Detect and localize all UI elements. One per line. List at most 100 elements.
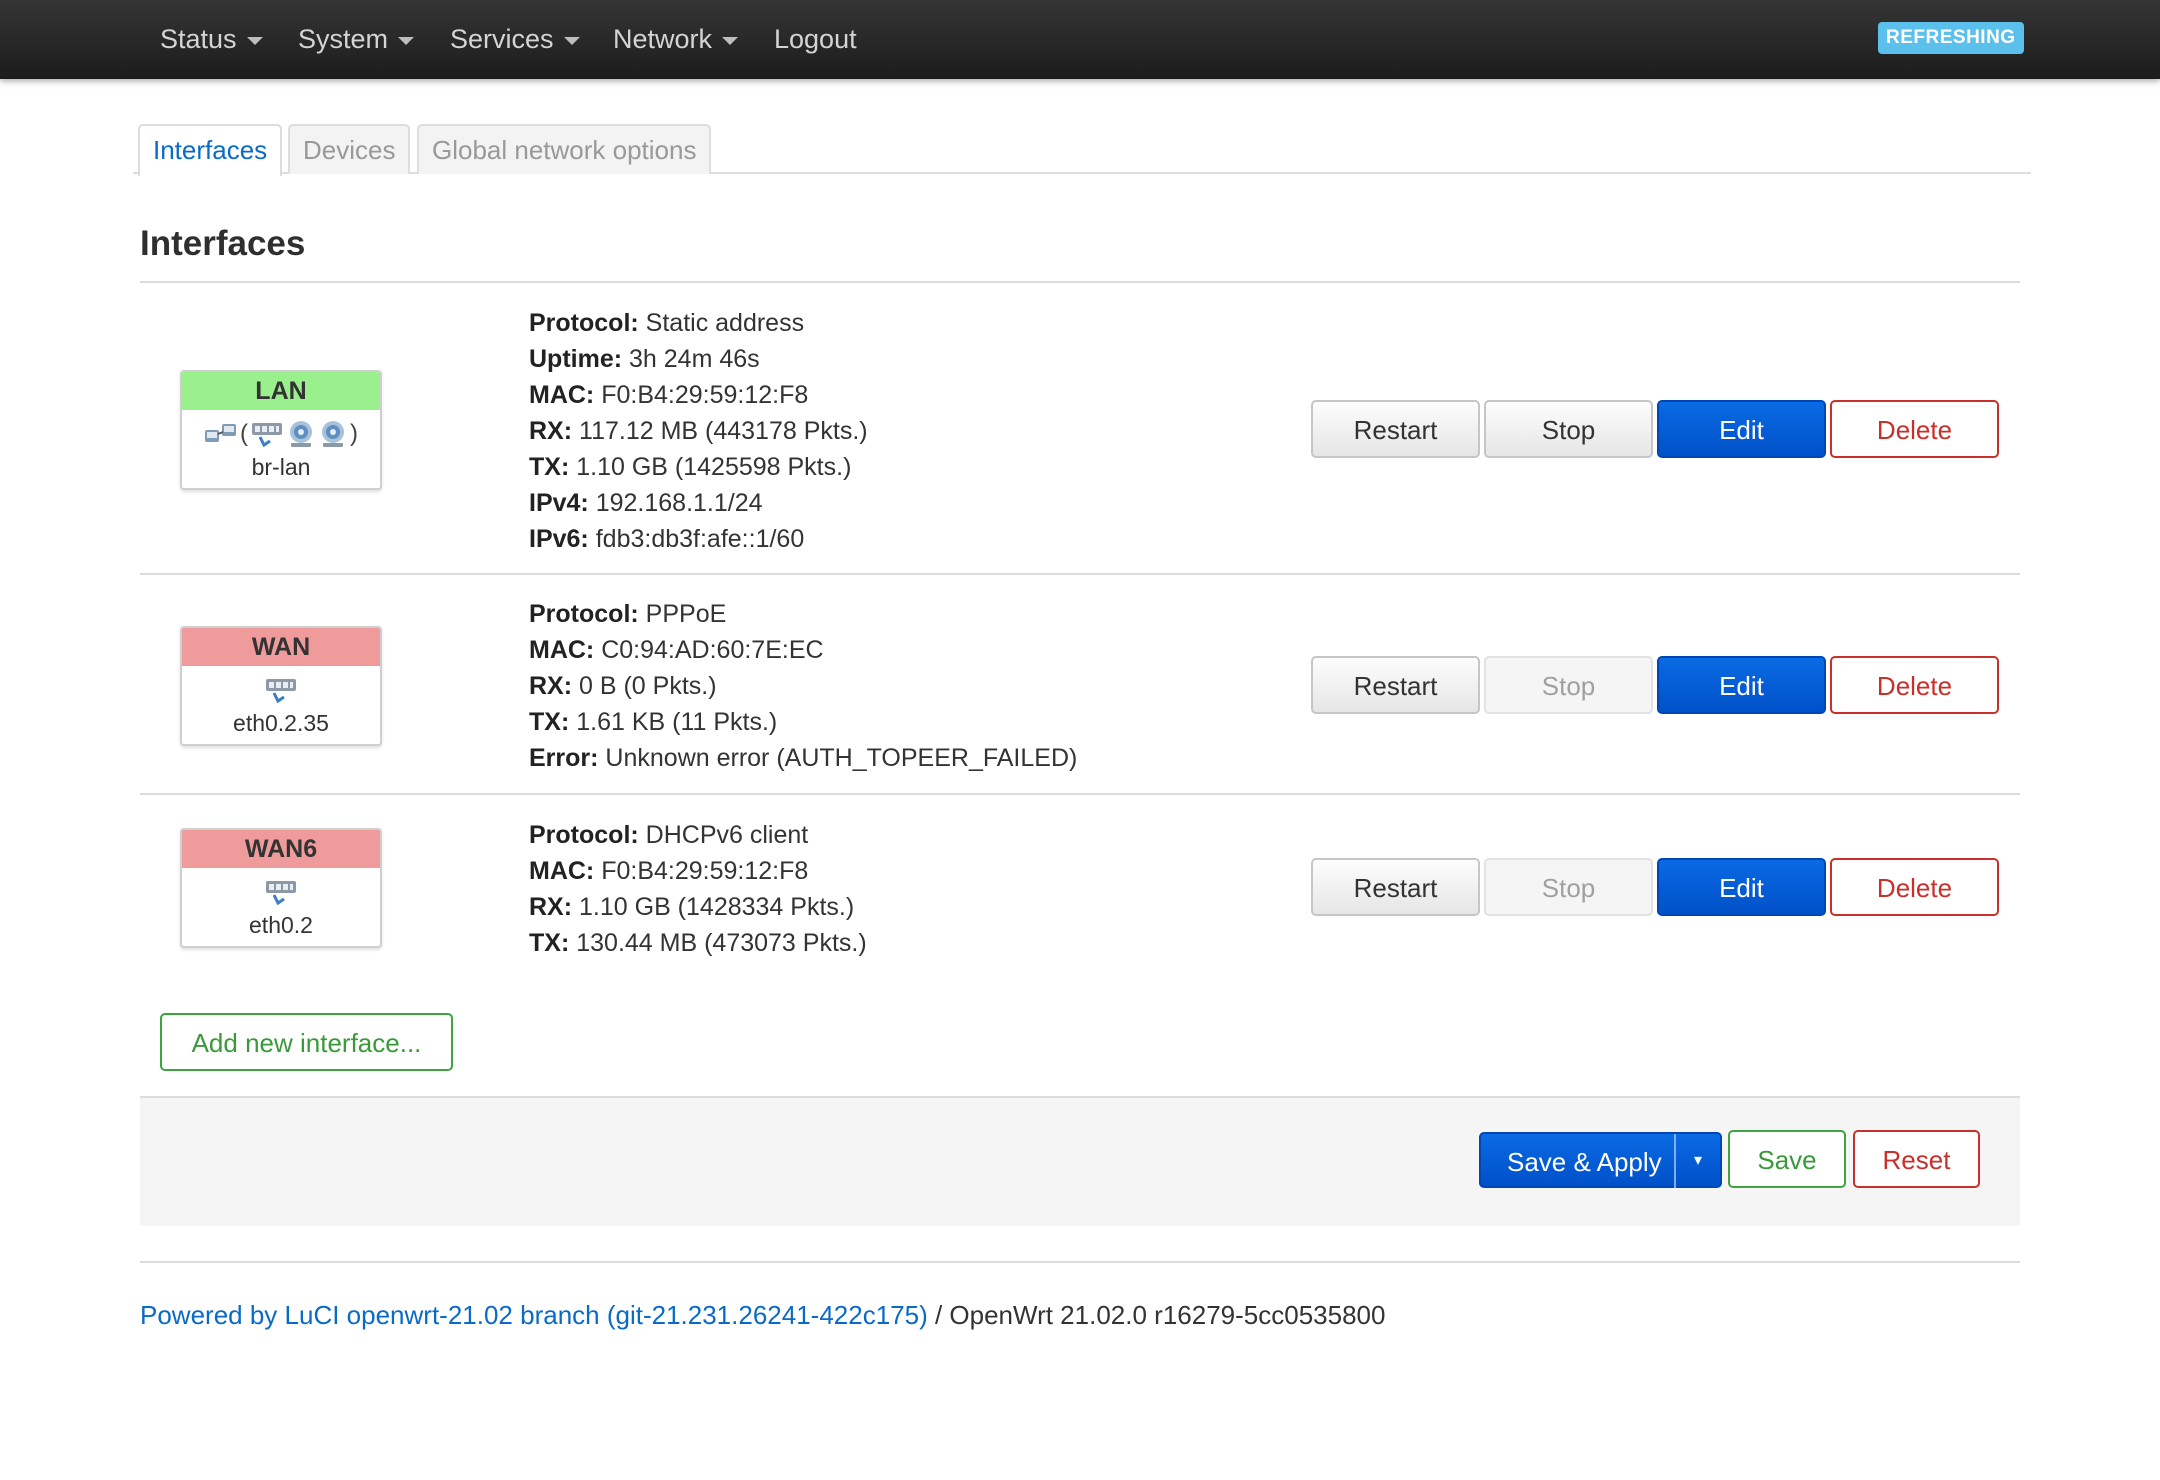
footer-separator: / bbox=[927, 1300, 950, 1330]
menu-label: Status bbox=[160, 24, 237, 54]
divider bbox=[140, 1261, 2020, 1263]
restart-button[interactable]: Restart bbox=[1311, 858, 1480, 916]
detail-key: Uptime: bbox=[529, 345, 623, 373]
detail-row: MAC: F0:B4:29:59:12:F8 bbox=[529, 377, 868, 413]
add-interface-button[interactable]: Add new interface... bbox=[160, 1013, 453, 1071]
refreshing-badge[interactable]: REFRESHING bbox=[1878, 22, 2024, 54]
menu-status[interactable]: Status bbox=[160, 0, 263, 79]
detail-key: IPv6: bbox=[529, 525, 589, 553]
detail-row: TX: 130.44 MB (473073 Pkts.) bbox=[529, 925, 867, 961]
interface-badge-lan: LAN ( ) br-lan bbox=[180, 370, 382, 490]
divider bbox=[140, 573, 2020, 575]
detail-key: RX: bbox=[529, 893, 573, 921]
detail-row: IPv6: fdb3:db3f:afe::1/60 bbox=[529, 521, 868, 557]
interface-name: LAN bbox=[182, 372, 380, 410]
interface-details-wan6: Protocol: DHCPv6 client MAC: F0:B4:29:59… bbox=[529, 817, 867, 961]
detail-key: MAC: bbox=[529, 381, 595, 409]
ethernet-port-icon bbox=[264, 877, 298, 907]
save-apply-button[interactable]: Save & Apply ▾ bbox=[1479, 1132, 1722, 1188]
stop-button: Stop bbox=[1484, 656, 1653, 714]
detail-value: Unknown error (AUTH_TOPEER_FAILED) bbox=[605, 744, 1078, 772]
device-icons: ( ) bbox=[182, 416, 380, 452]
reset-button[interactable]: Reset bbox=[1853, 1130, 1980, 1188]
device-name: eth0.2.35 bbox=[233, 710, 329, 736]
detail-row: IPv4: 192.168.1.1/24 bbox=[529, 485, 868, 521]
detail-row: Protocol: Static address bbox=[529, 305, 868, 341]
menu-services[interactable]: Services bbox=[450, 0, 580, 79]
divider bbox=[140, 281, 2020, 283]
detail-row: RX: 117.12 MB (443178 Pkts.) bbox=[529, 413, 868, 449]
wifi-icon bbox=[318, 419, 348, 449]
detail-value: DHCPv6 client bbox=[645, 821, 809, 849]
save-button[interactable]: Save bbox=[1728, 1130, 1846, 1188]
interface-details-wan: Protocol: PPPoE MAC: C0:94:AD:60:7E:EC R… bbox=[529, 596, 1077, 776]
detail-row: RX: 1.10 GB (1428334 Pkts.) bbox=[529, 889, 867, 925]
menu-label: System bbox=[298, 24, 389, 54]
interface-name: WAN6 bbox=[182, 830, 380, 868]
detail-value: F0:B4:29:59:12:F8 bbox=[601, 381, 809, 409]
menu-system[interactable]: System bbox=[298, 0, 415, 79]
detail-row: RX: 0 B (0 Pkts.) bbox=[529, 668, 1077, 704]
detail-key: Protocol: bbox=[529, 600, 639, 628]
page-title: Interfaces bbox=[140, 224, 306, 263]
edit-button[interactable]: Edit bbox=[1657, 656, 1826, 714]
menu-label: Network bbox=[613, 24, 713, 54]
interface-name: WAN bbox=[182, 628, 380, 666]
detail-value: 117.12 MB (443178 Pkts.) bbox=[579, 417, 868, 445]
edit-button[interactable]: Edit bbox=[1657, 858, 1826, 916]
save-apply-label: Save & Apply bbox=[1507, 1147, 1662, 1177]
footer-text: Powered by LuCI openwrt-21.02 branch (gi… bbox=[140, 1300, 1385, 1331]
tab-global-network-options[interactable]: Global network options bbox=[417, 124, 712, 174]
device-icons bbox=[182, 672, 380, 708]
chevron-down-icon bbox=[722, 36, 739, 45]
detail-key: Protocol: bbox=[529, 309, 639, 337]
chevron-down-icon bbox=[246, 36, 263, 45]
chevron-down-icon[interactable]: ▾ bbox=[1674, 1134, 1720, 1188]
luci-link[interactable]: Powered by LuCI openwrt-21.02 branch (gi… bbox=[140, 1300, 928, 1330]
detail-value: C0:94:AD:60:7E:EC bbox=[601, 636, 824, 664]
menu-network[interactable]: Network bbox=[613, 0, 739, 79]
detail-key: Error: bbox=[529, 744, 599, 772]
interface-details-lan: Protocol: Static address Uptime: 3h 24m … bbox=[529, 305, 868, 557]
detail-value: F0:B4:29:59:12:F8 bbox=[601, 857, 809, 885]
menu-logout[interactable]: Logout bbox=[774, 0, 857, 79]
detail-key: IPv4: bbox=[529, 489, 589, 517]
tab-devices[interactable]: Devices bbox=[288, 124, 411, 174]
chevron-down-icon bbox=[563, 36, 580, 45]
stop-button[interactable]: Stop bbox=[1484, 400, 1653, 458]
bridge-icon bbox=[204, 420, 238, 448]
delete-button[interactable]: Delete bbox=[1830, 656, 1999, 714]
detail-row: TX: 1.61 KB (11 Pkts.) bbox=[529, 704, 1077, 740]
menu-label: Services bbox=[450, 24, 554, 54]
detail-row: Uptime: 3h 24m 46s bbox=[529, 341, 868, 377]
detail-key: MAC: bbox=[529, 636, 595, 664]
detail-key: RX: bbox=[529, 672, 573, 700]
ethernet-port-icon bbox=[250, 419, 284, 449]
device-name: br-lan bbox=[251, 454, 311, 480]
edit-button[interactable]: Edit bbox=[1657, 400, 1826, 458]
delete-button[interactable]: Delete bbox=[1830, 858, 1999, 916]
detail-value: fdb3:db3f:afe::1/60 bbox=[595, 525, 805, 553]
detail-key: Protocol: bbox=[529, 821, 639, 849]
stop-button: Stop bbox=[1484, 858, 1653, 916]
detail-row: Error: Unknown error (AUTH_TOPEER_FAILED… bbox=[529, 740, 1077, 776]
detail-row: Protocol: PPPoE bbox=[529, 596, 1077, 632]
detail-key: TX: bbox=[529, 929, 570, 957]
restart-button[interactable]: Restart bbox=[1311, 656, 1480, 714]
detail-key: MAC: bbox=[529, 857, 595, 885]
restart-button[interactable]: Restart bbox=[1311, 400, 1480, 458]
ethernet-port-icon bbox=[264, 675, 298, 705]
delete-button[interactable]: Delete bbox=[1830, 400, 1999, 458]
divider bbox=[140, 793, 2020, 795]
detail-value: 1.61 KB (11 Pkts.) bbox=[576, 708, 778, 736]
close-paren: ) bbox=[350, 420, 358, 447]
detail-value: 1.10 GB (1428334 Pkts.) bbox=[579, 893, 855, 921]
chevron-down-icon bbox=[398, 36, 415, 45]
detail-value: 192.168.1.1/24 bbox=[595, 489, 763, 517]
detail-value: 130.44 MB (473073 Pkts.) bbox=[576, 929, 867, 957]
detail-key: RX: bbox=[529, 417, 573, 445]
detail-value: 0 B (0 Pkts.) bbox=[579, 672, 717, 700]
device-name: eth0.2 bbox=[249, 912, 313, 938]
interface-badge-wan: WAN eth0.2.35 bbox=[180, 626, 382, 746]
tab-interfaces[interactable]: Interfaces bbox=[138, 124, 283, 176]
